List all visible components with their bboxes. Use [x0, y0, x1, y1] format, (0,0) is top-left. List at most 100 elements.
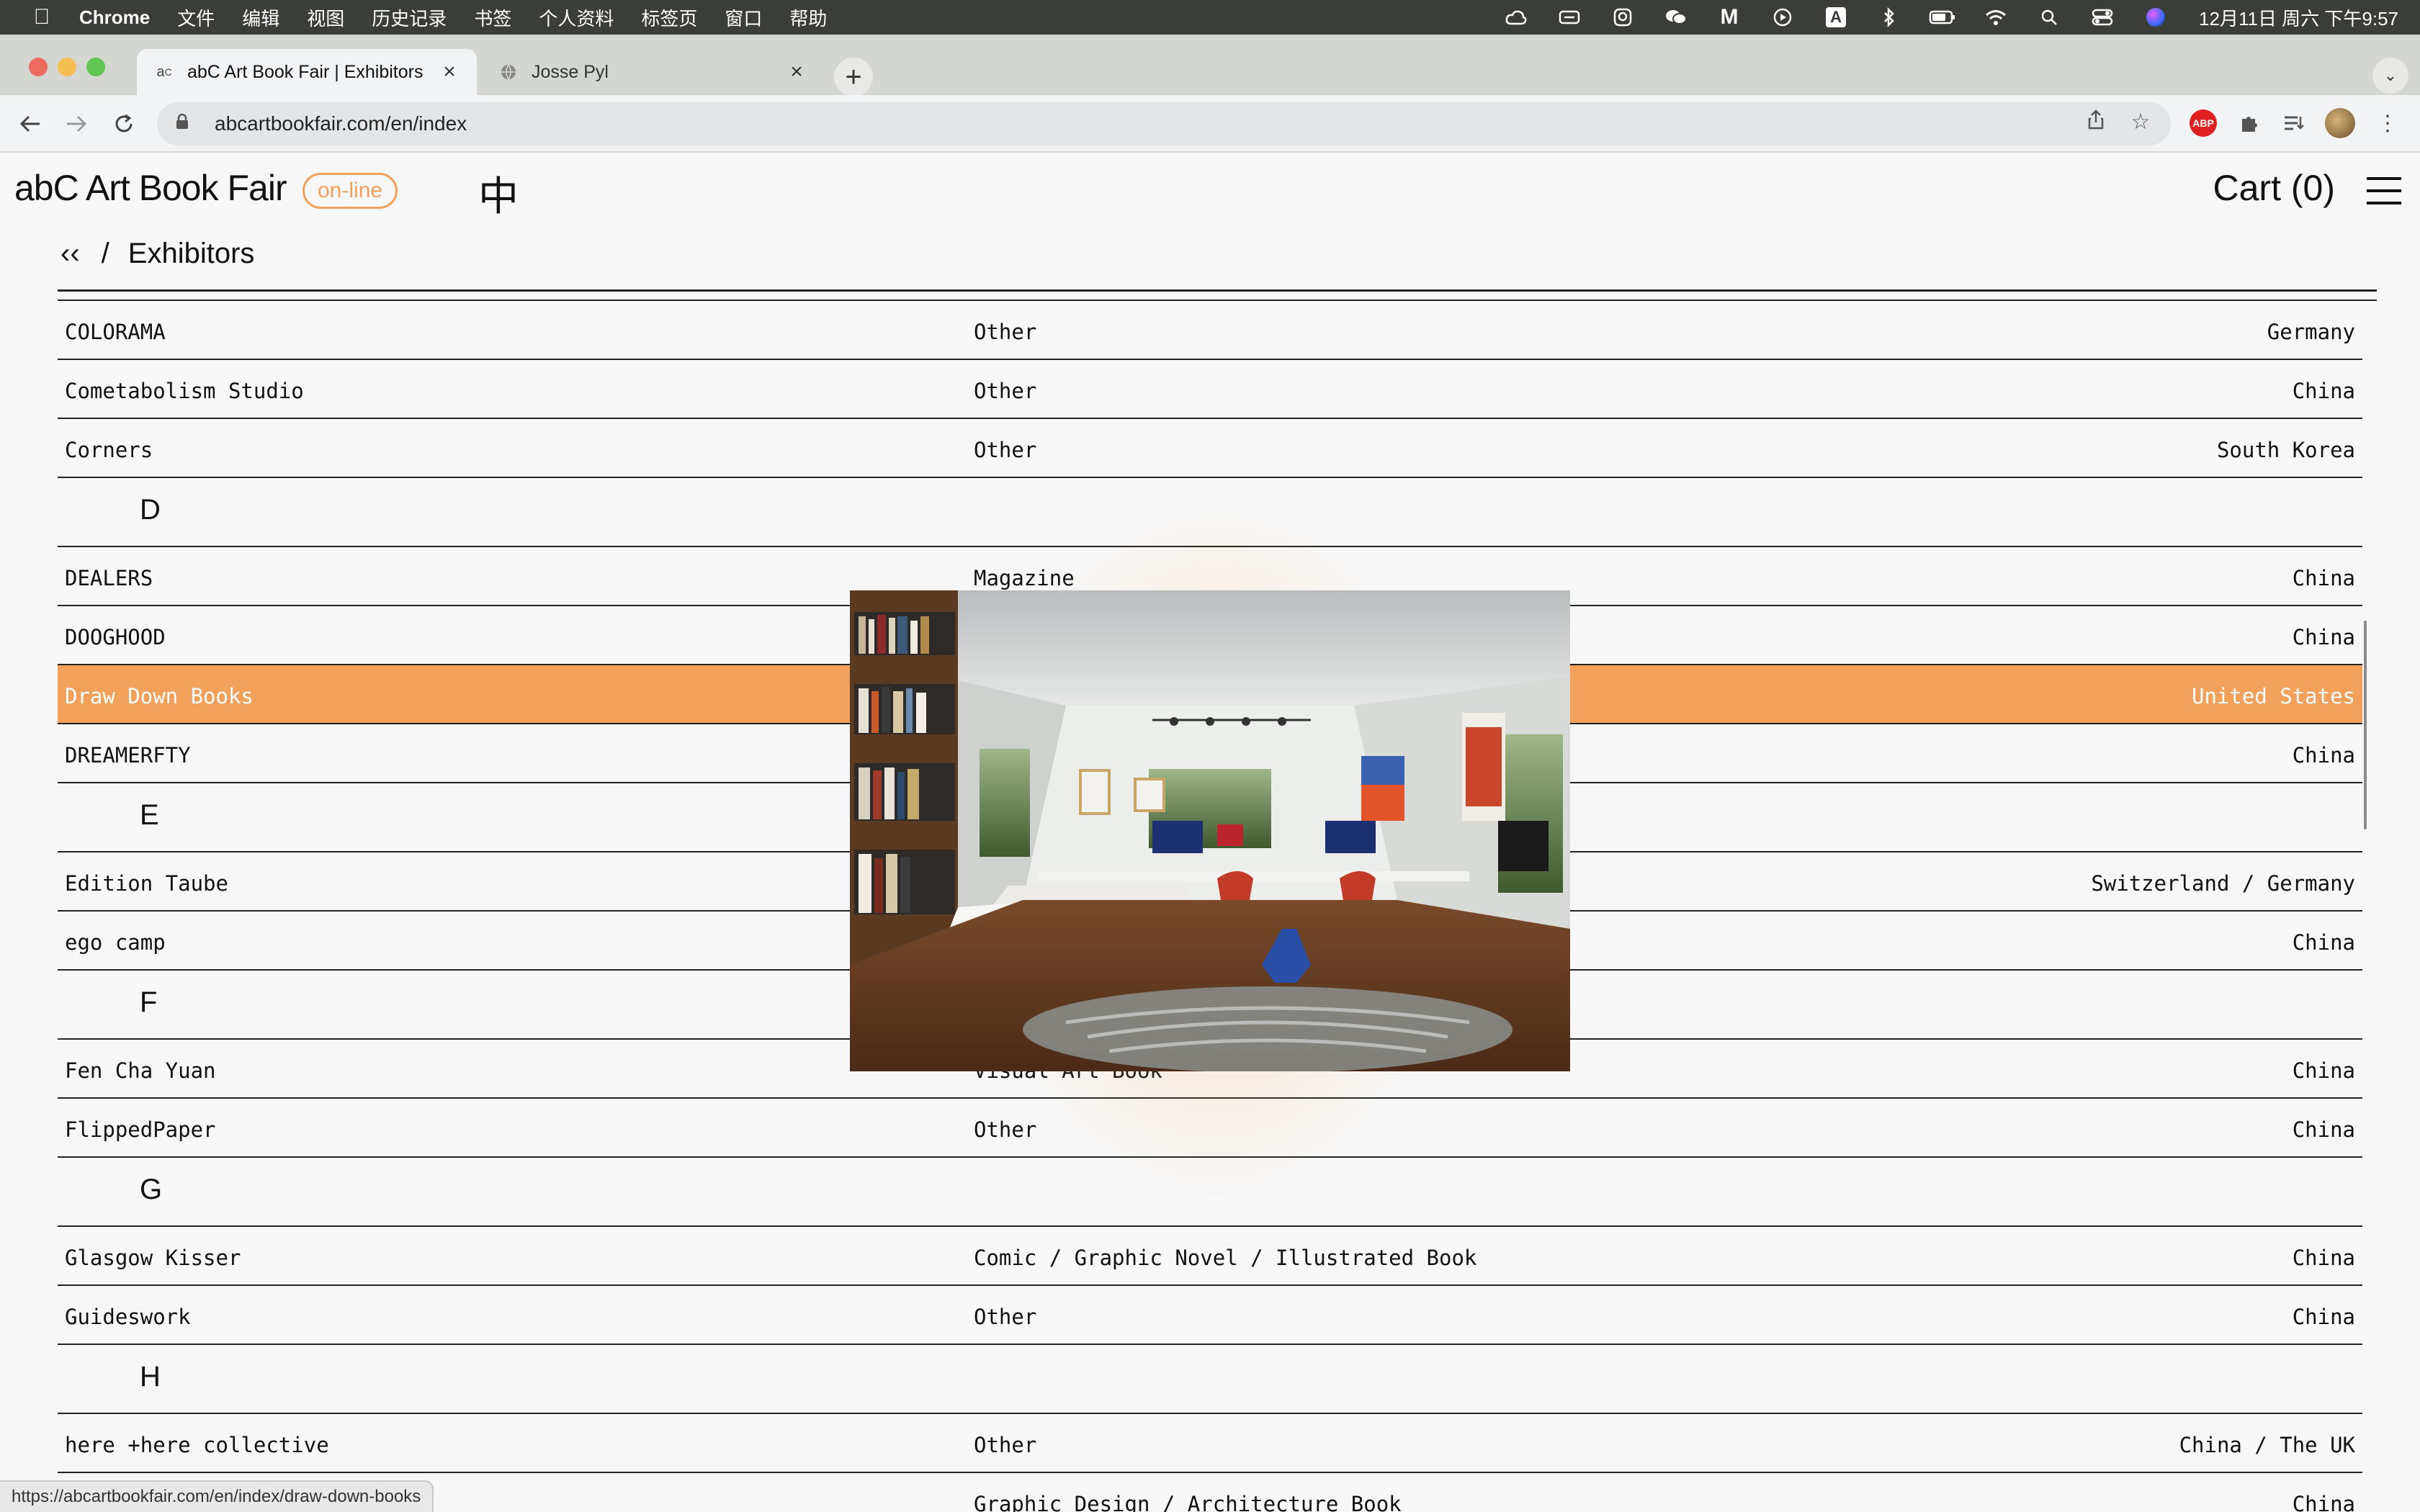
creative-cloud-icon[interactable] — [1502, 6, 1531, 28]
exhibitor-row[interactable]: Corners Other South Korea — [58, 419, 2362, 478]
breadcrumb-back-link[interactable]: ‹‹ — [60, 238, 80, 270]
back-arrow-icon[interactable] — [14, 108, 46, 140]
language-switch[interactable]: 中 — [478, 164, 519, 222]
page-scrollbar[interactable] — [2364, 621, 2367, 829]
battery-icon[interactable] — [1928, 6, 1957, 28]
link-status-bubble: https://abcartbookfair.com/en/index/draw… — [0, 1480, 434, 1512]
wechat-icon[interactable] — [1662, 6, 1690, 28]
exhibitor-country: South Korea — [2216, 438, 2355, 462]
exhibitor-country: Switzerland / Germany — [2091, 871, 2355, 896]
tab-abc-art-book-fair[interactable]: aC abC Art Book Fair | Exhibitors × — [137, 49, 477, 95]
hamburger-menu-icon[interactable] — [2367, 177, 2401, 204]
apple-icon[interactable]:  — [29, 5, 55, 30]
cart-count: (0) — [2290, 168, 2335, 208]
exhibitor-country: China — [2292, 625, 2355, 649]
cart-link[interactable]: Cart (0) — [2213, 167, 2335, 209]
abc-favicon-icon: aC — [156, 63, 172, 80]
exhibitor-row[interactable]: FlippedPaper Other China — [58, 1099, 2362, 1158]
input-method-icon[interactable]: A — [1821, 6, 1850, 28]
exhibitor-country: China / The UK — [2179, 1433, 2355, 1457]
menu-tabs[interactable]: 标签页 — [641, 4, 697, 31]
exhibitor-country: China — [2292, 566, 2355, 590]
mango-icon[interactable]: M — [1715, 5, 1744, 29]
exhibitor-category: Comic / Graphic Novel / Illustrated Book — [974, 1246, 1477, 1270]
section-letter: D — [140, 494, 161, 526]
extensions-puzzle-icon[interactable] — [2233, 107, 2266, 140]
exhibitor-name: Cometabolism Studio — [65, 379, 304, 403]
url-text[interactable]: abcartbookfair.com/en/index — [215, 112, 467, 135]
exhibitor-name: ego camp — [65, 930, 166, 955]
exhibitor-row[interactable]: COLORAMA Other Germany — [58, 301, 2362, 360]
bluetooth-icon[interactable] — [1875, 6, 1904, 28]
forward-arrow-icon[interactable] — [60, 108, 92, 140]
menu-clock[interactable]: 12月11日 周六 下午9:57 — [2199, 4, 2398, 31]
exhibitor-country: China — [2292, 379, 2355, 403]
address-bar[interactable]: abcartbookfair.com/en/index ☆ — [157, 102, 2171, 145]
exhibitor-country: China — [2292, 930, 2355, 955]
exhibitor-row[interactable]: Guideswork Other China — [58, 1286, 2362, 1345]
exhibitor-country: China — [2292, 743, 2355, 768]
exhibitor-category: Other — [974, 1433, 1037, 1457]
exhibitor-name: DREAMERFTY — [65, 743, 191, 768]
share-icon[interactable] — [2081, 109, 2110, 135]
menu-window[interactable]: 窗口 — [725, 4, 762, 31]
exhibitor-name: DEALERS — [65, 566, 153, 590]
bookmark-star-icon[interactable]: ☆ — [2126, 109, 2155, 135]
menu-profiles[interactable]: 个人资料 — [539, 4, 614, 31]
exhibitor-name: Corners — [65, 438, 153, 462]
reading-list-icon[interactable] — [2277, 107, 2311, 140]
menu-file[interactable]: 文件 — [177, 4, 215, 31]
spotlight-search-icon[interactable] — [2035, 6, 2063, 28]
breadcrumb-separator: / — [101, 238, 109, 269]
tab-close-icon[interactable]: × — [439, 60, 460, 84]
exhibitor-country: China — [2292, 1305, 2355, 1329]
exhibitor-name: Draw Down Books — [65, 684, 254, 708]
globe-icon — [498, 62, 519, 82]
exhibitor-row[interactable]: Cometabolism Studio Other China — [58, 360, 2362, 419]
browser-toolbar: abcartbookfair.com/en/index ☆ ABP ⋮ — [0, 95, 2420, 153]
qq-icon[interactable] — [1608, 6, 1637, 28]
section-letter: H — [140, 1361, 161, 1392]
profile-avatar[interactable] — [2325, 108, 2355, 138]
wifi-icon[interactable] — [1981, 6, 2010, 28]
control-center-icon[interactable] — [2088, 6, 2117, 28]
exhibitor-category: Other — [974, 1117, 1037, 1142]
breadcrumb: ‹‹ / Exhibitors — [60, 238, 254, 270]
exhibitor-country: China — [2292, 1246, 2355, 1270]
exhibitor-row[interactable]: Glasgow Kisser Comic / Graphic Novel / Il… — [58, 1227, 2362, 1286]
exhibitor-category: Magazine — [974, 566, 1075, 590]
window-minimize-button[interactable] — [58, 58, 76, 76]
menu-edit[interactable]: 编辑 — [242, 4, 279, 31]
sync-app-icon[interactable] — [1555, 6, 1584, 28]
menu-app-chrome[interactable]: Chrome — [79, 6, 150, 29]
tab-title: abC Art Book Fair | Exhibitors — [187, 61, 424, 82]
menu-view[interactable]: 视图 — [307, 4, 344, 31]
exhibitor-category: Other — [974, 438, 1037, 462]
menu-history[interactable]: 历史记录 — [372, 4, 447, 31]
exhibitor-country: China — [2292, 1117, 2355, 1142]
exhibitor-category: Other — [974, 1305, 1037, 1329]
chrome-menu-icon[interactable]: ⋮ — [2371, 107, 2404, 140]
exhibitor-name: Glasgow Kisser — [65, 1246, 241, 1270]
omnibox-actions: ☆ — [2066, 109, 2155, 135]
exhibitor-name: Edition Taube — [65, 871, 228, 896]
menu-bookmarks[interactable]: 书签 — [474, 4, 511, 31]
letter-header-g: G — [58, 1158, 2362, 1227]
tab-close-icon[interactable]: × — [786, 60, 807, 84]
window-close-button[interactable] — [29, 58, 48, 76]
play-icon[interactable] — [1768, 6, 1797, 28]
menu-help[interactable]: 帮助 — [789, 4, 827, 31]
siri-icon[interactable] — [2141, 6, 2170, 28]
tab-search-chevron-icon[interactable]: ⌄ — [2372, 58, 2408, 94]
section-letter: F — [140, 986, 158, 1018]
site-logo[interactable]: abC Art Book Fair — [14, 167, 287, 209]
lock-icon[interactable] — [176, 113, 199, 134]
exhibitor-row[interactable]: here +here collective Other China / The UK — [58, 1414, 2362, 1473]
new-tab-button[interactable]: + — [834, 58, 873, 96]
section-letter: G — [140, 1174, 163, 1205]
reload-icon[interactable] — [108, 108, 140, 140]
window-zoom-button[interactable] — [86, 58, 105, 76]
tab-josse-pyl[interactable]: Josse Pyl × — [481, 49, 824, 95]
exhibitor-category: Other — [974, 320, 1037, 344]
adblock-plus-icon[interactable]: ABP — [2190, 109, 2217, 137]
